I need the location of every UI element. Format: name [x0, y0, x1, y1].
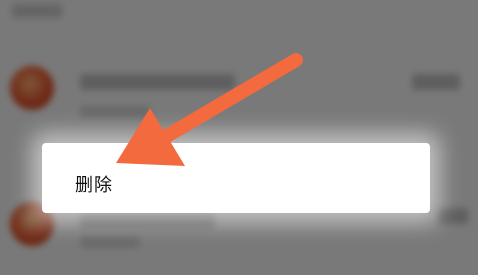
- app-screen: 删除: [0, 0, 478, 275]
- context-menu: 删除: [42, 143, 430, 213]
- dim-overlay[interactable]: [0, 0, 478, 275]
- delete-menu-item[interactable]: 删除: [42, 143, 430, 213]
- delete-menu-item-label: 删除: [75, 175, 113, 196]
